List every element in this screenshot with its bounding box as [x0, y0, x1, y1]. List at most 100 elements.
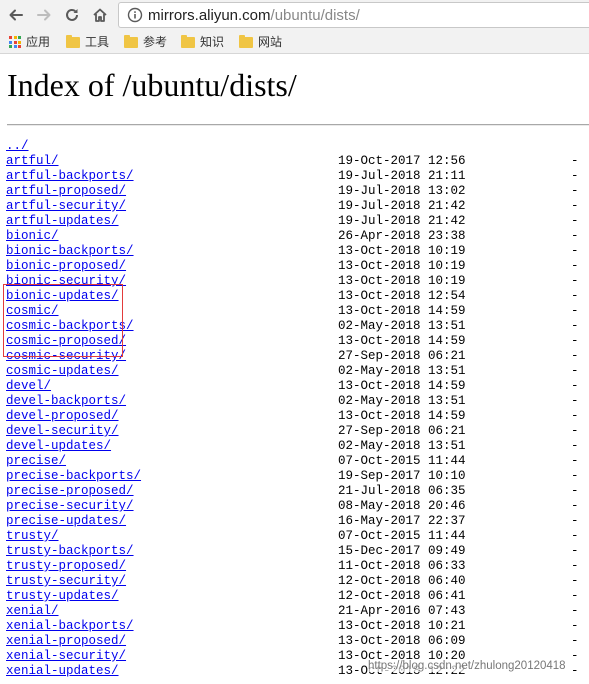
file-size: -: [571, 259, 579, 273]
directory-link[interactable]: precise-security/: [6, 499, 134, 514]
modified-date: 13-Oct-2018 12:54: [338, 289, 466, 303]
bookmark-label: 知识: [200, 35, 225, 49]
modified-date: 15-Dec-2017 09:49: [338, 544, 466, 558]
table-row: trusty-updates/12-Oct-2018 06:41 -: [0, 589, 589, 604]
directory-link[interactable]: ../: [6, 139, 29, 154]
reload-button[interactable]: [59, 2, 85, 28]
directory-link[interactable]: artful-security/: [6, 199, 126, 214]
bookmark-label: 应用: [26, 35, 51, 49]
directory-link[interactable]: devel-updates/: [6, 439, 111, 454]
bookmark-folder-reference[interactable]: 参考: [124, 33, 167, 51]
modified-date: 02-May-2018 13:51: [338, 439, 466, 453]
directory-link[interactable]: trusty/: [6, 529, 59, 544]
directory-link[interactable]: devel-security/: [6, 424, 119, 439]
table-row: bionic/26-Apr-2018 23:38 -: [0, 229, 589, 244]
directory-link[interactable]: bionic/: [6, 229, 59, 244]
page-content: Index of /ubuntu/dists/ ../artful/19-Oct…: [0, 54, 589, 684]
directory-link[interactable]: precise-proposed/: [6, 484, 134, 499]
file-size: -: [571, 154, 579, 168]
directory-link[interactable]: precise/: [6, 454, 66, 469]
directory-link[interactable]: xenial-backports/: [6, 619, 134, 634]
table-row: xenial-proposed/13-Oct-2018 06:09 -: [0, 634, 589, 649]
file-size: -: [571, 469, 579, 483]
directory-link[interactable]: artful-updates/: [6, 214, 119, 229]
table-row: devel-updates/02-May-2018 13:51 -: [0, 439, 589, 454]
directory-link[interactable]: xenial-updates/: [6, 664, 119, 679]
directory-link[interactable]: artful-proposed/: [6, 184, 126, 199]
file-size: -: [571, 349, 579, 363]
directory-link[interactable]: trusty-backports/: [6, 544, 134, 559]
directory-link[interactable]: artful-backports/: [6, 169, 134, 184]
directory-link[interactable]: precise-backports/: [6, 469, 141, 484]
table-row: devel-proposed/13-Oct-2018 14:59 -: [0, 409, 589, 424]
modified-date: 13-Oct-2018 14:59: [338, 409, 466, 423]
table-row: trusty-security/12-Oct-2018 06:40 -: [0, 574, 589, 589]
directory-link[interactable]: devel/: [6, 379, 51, 394]
directory-link[interactable]: xenial-security/: [6, 649, 126, 664]
modified-date: 26-Apr-2018 23:38: [338, 229, 466, 243]
modified-date: 02-May-2018 13:51: [338, 394, 466, 408]
file-size: -: [571, 439, 579, 453]
bookmark-folder-tools[interactable]: 工具: [66, 33, 109, 51]
modified-date: 19-Jul-2018 13:02: [338, 184, 466, 198]
file-size: -: [571, 529, 579, 543]
file-size: -: [571, 589, 579, 603]
file-size: -: [571, 514, 579, 528]
directory-link[interactable]: devel-backports/: [6, 394, 126, 409]
file-size: -: [571, 574, 579, 588]
file-size: -: [571, 319, 579, 333]
table-row: ../: [0, 139, 589, 154]
directory-link[interactable]: precise-updates/: [6, 514, 126, 529]
table-row: artful-security/19-Jul-2018 21:42 -: [0, 199, 589, 214]
file-size: -: [571, 199, 579, 213]
directory-link[interactable]: cosmic-updates/: [6, 364, 119, 379]
directory-link[interactable]: bionic-proposed/: [6, 259, 126, 274]
directory-link[interactable]: bionic-backports/: [6, 244, 134, 259]
file-size: -: [571, 304, 579, 318]
file-size: -: [571, 379, 579, 393]
address-bar[interactable]: mirrors.aliyun.com/ubuntu/dists/: [118, 2, 589, 28]
back-button[interactable]: [3, 2, 29, 28]
file-size: -: [571, 604, 579, 618]
table-row: trusty/07-Oct-2015 11:44 -: [0, 529, 589, 544]
modified-date: 13-Oct-2018 14:59: [338, 334, 466, 348]
directory-link[interactable]: devel-proposed/: [6, 409, 119, 424]
directory-link[interactable]: trusty-updates/: [6, 589, 119, 604]
file-size: -: [571, 634, 579, 648]
directory-link[interactable]: trusty-proposed/: [6, 559, 126, 574]
directory-link[interactable]: artful/: [6, 154, 59, 169]
directory-link[interactable]: xenial/: [6, 604, 59, 619]
directory-link[interactable]: trusty-security/: [6, 574, 126, 589]
modified-date: 19-Jul-2018 21:42: [338, 214, 466, 228]
url-text[interactable]: mirrors.aliyun.com/ubuntu/dists/: [148, 7, 360, 25]
file-size: -: [571, 364, 579, 378]
file-size: -: [571, 664, 579, 678]
info-icon[interactable]: [127, 7, 143, 23]
bookmark-folder-sites[interactable]: 网站: [239, 33, 282, 51]
horizontal-rule: [7, 124, 589, 126]
file-size: -: [571, 274, 579, 288]
directory-link[interactable]: xenial-proposed/: [6, 634, 126, 649]
apps-grid-icon: [9, 36, 21, 48]
url-path: /ubuntu/dists/: [270, 7, 360, 24]
modified-date: 02-May-2018 13:51: [338, 319, 466, 333]
table-row: bionic-proposed/13-Oct-2018 10:19 -: [0, 259, 589, 274]
modified-date: 08-May-2018 20:46: [338, 499, 466, 513]
forward-button[interactable]: [31, 2, 57, 28]
modified-date: 13-Oct-2018 10:19: [338, 274, 466, 288]
table-row: artful-proposed/19-Jul-2018 13:02 -: [0, 184, 589, 199]
table-row: devel-security/27-Sep-2018 06:21 -: [0, 424, 589, 439]
file-size: -: [571, 334, 579, 348]
bookmark-apps[interactable]: 应用: [9, 33, 50, 51]
modified-date: 12-Oct-2018 06:40: [338, 574, 466, 588]
folder-icon: [239, 34, 253, 48]
file-size: -: [571, 424, 579, 438]
home-button[interactable]: [87, 2, 113, 28]
table-row: artful-updates/19-Jul-2018 21:42 -: [0, 214, 589, 229]
modified-date: 21-Apr-2016 07:43: [338, 604, 466, 618]
modified-date: 07-Oct-2015 11:44: [338, 529, 466, 543]
table-row: xenial/21-Apr-2016 07:43 -: [0, 604, 589, 619]
bookmark-folder-knowledge[interactable]: 知识: [181, 33, 224, 51]
file-size: -: [571, 559, 579, 573]
file-size: -: [571, 649, 579, 663]
